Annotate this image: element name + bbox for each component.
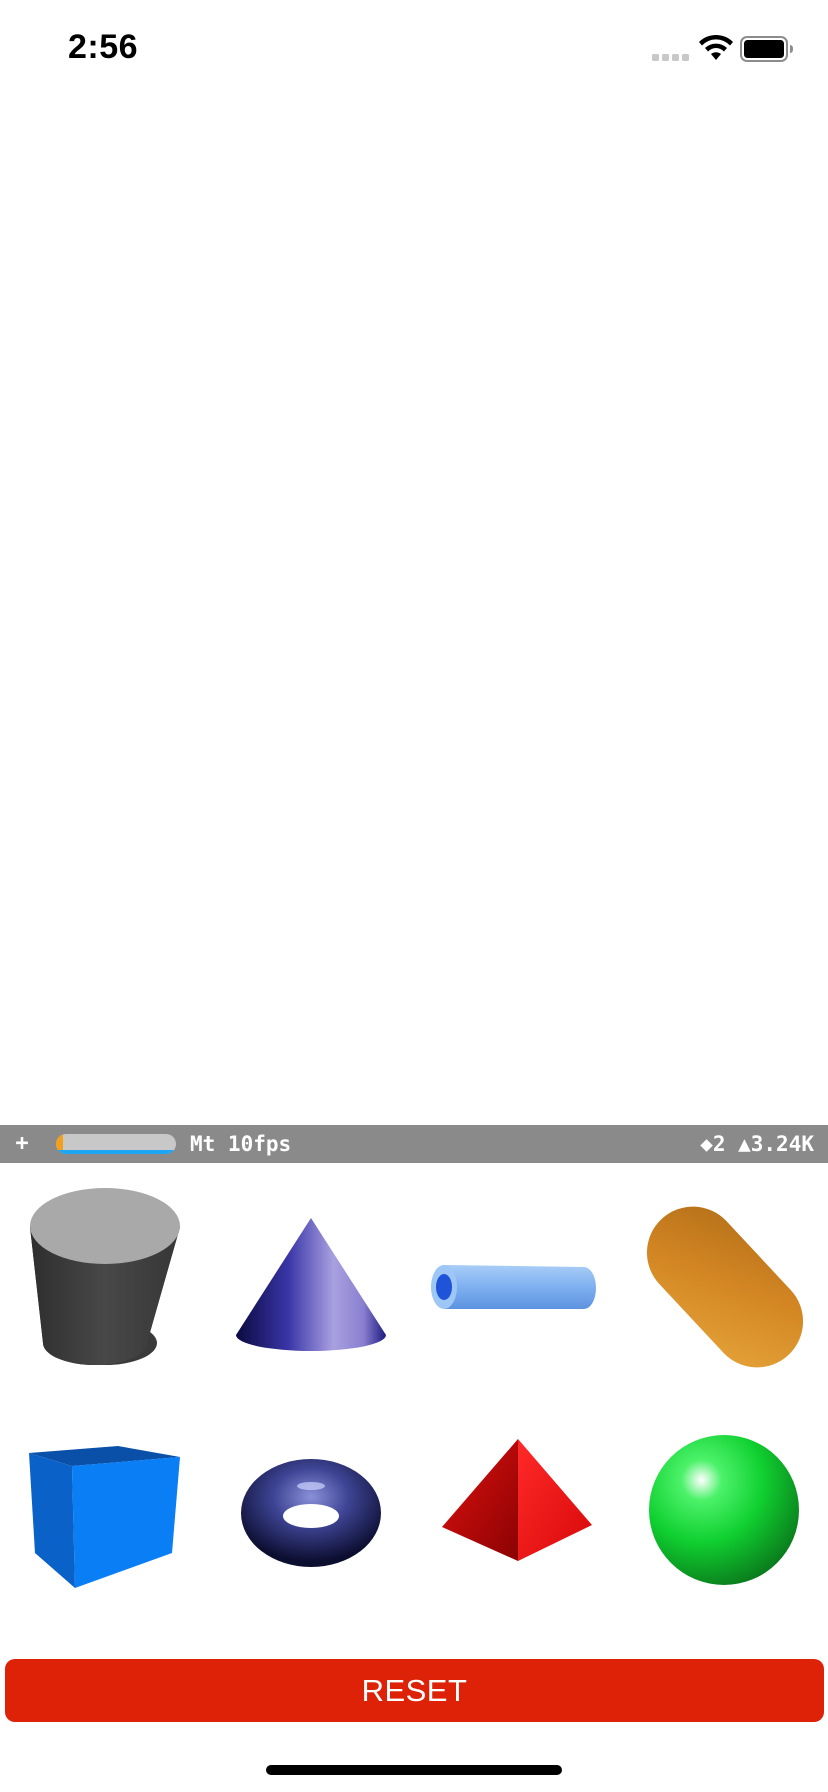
sphere-icon: [649, 1435, 799, 1585]
shape-button-torus[interactable]: [207, 1383, 414, 1603]
shapes-grid: [0, 1163, 828, 1603]
scene-view[interactable]: [0, 100, 828, 1125]
cylinder-icon: [30, 1188, 180, 1365]
shape-button-capsule[interactable]: [621, 1163, 828, 1383]
cone-icon: [236, 1218, 386, 1351]
shape-button-sphere[interactable]: [621, 1383, 828, 1603]
frame-time-gauge-baseline: [56, 1150, 176, 1154]
tube-icon: [431, 1265, 596, 1309]
torus-icon: [241, 1459, 381, 1567]
status-time: 2:56: [68, 28, 139, 66]
shape-button-cylinder[interactable]: [0, 1163, 207, 1383]
screen: 2:56 + Mt 10fps ◆2 ▲3.24K RESET: [0, 0, 828, 1792]
stats-bar: + Mt 10fps ◆2 ▲3.24K: [0, 1125, 828, 1163]
shape-button-box[interactable]: [0, 1383, 207, 1603]
box-icon: [29, 1446, 180, 1588]
shape-button-cone[interactable]: [207, 1163, 414, 1383]
shape-button-tube[interactable]: [414, 1163, 621, 1383]
fps-readout: Mt 10fps: [190, 1132, 292, 1156]
home-indicator[interactable]: [266, 1765, 562, 1775]
status-bar: 2:56: [0, 0, 828, 100]
node-triangle-count: ◆2 ▲3.24K: [700, 1132, 814, 1156]
reset-button[interactable]: RESET: [5, 1659, 824, 1722]
frame-time-gauge: [56, 1134, 176, 1154]
wifi-icon: [699, 34, 733, 60]
stats-expand-button[interactable]: +: [12, 1129, 32, 1159]
battery-icon: [740, 36, 793, 62]
pyramid-icon: [442, 1439, 592, 1561]
cellular-signal-icon: [652, 54, 689, 61]
capsule-icon: [646, 1206, 804, 1368]
shape-button-pyramid[interactable]: [414, 1383, 621, 1603]
